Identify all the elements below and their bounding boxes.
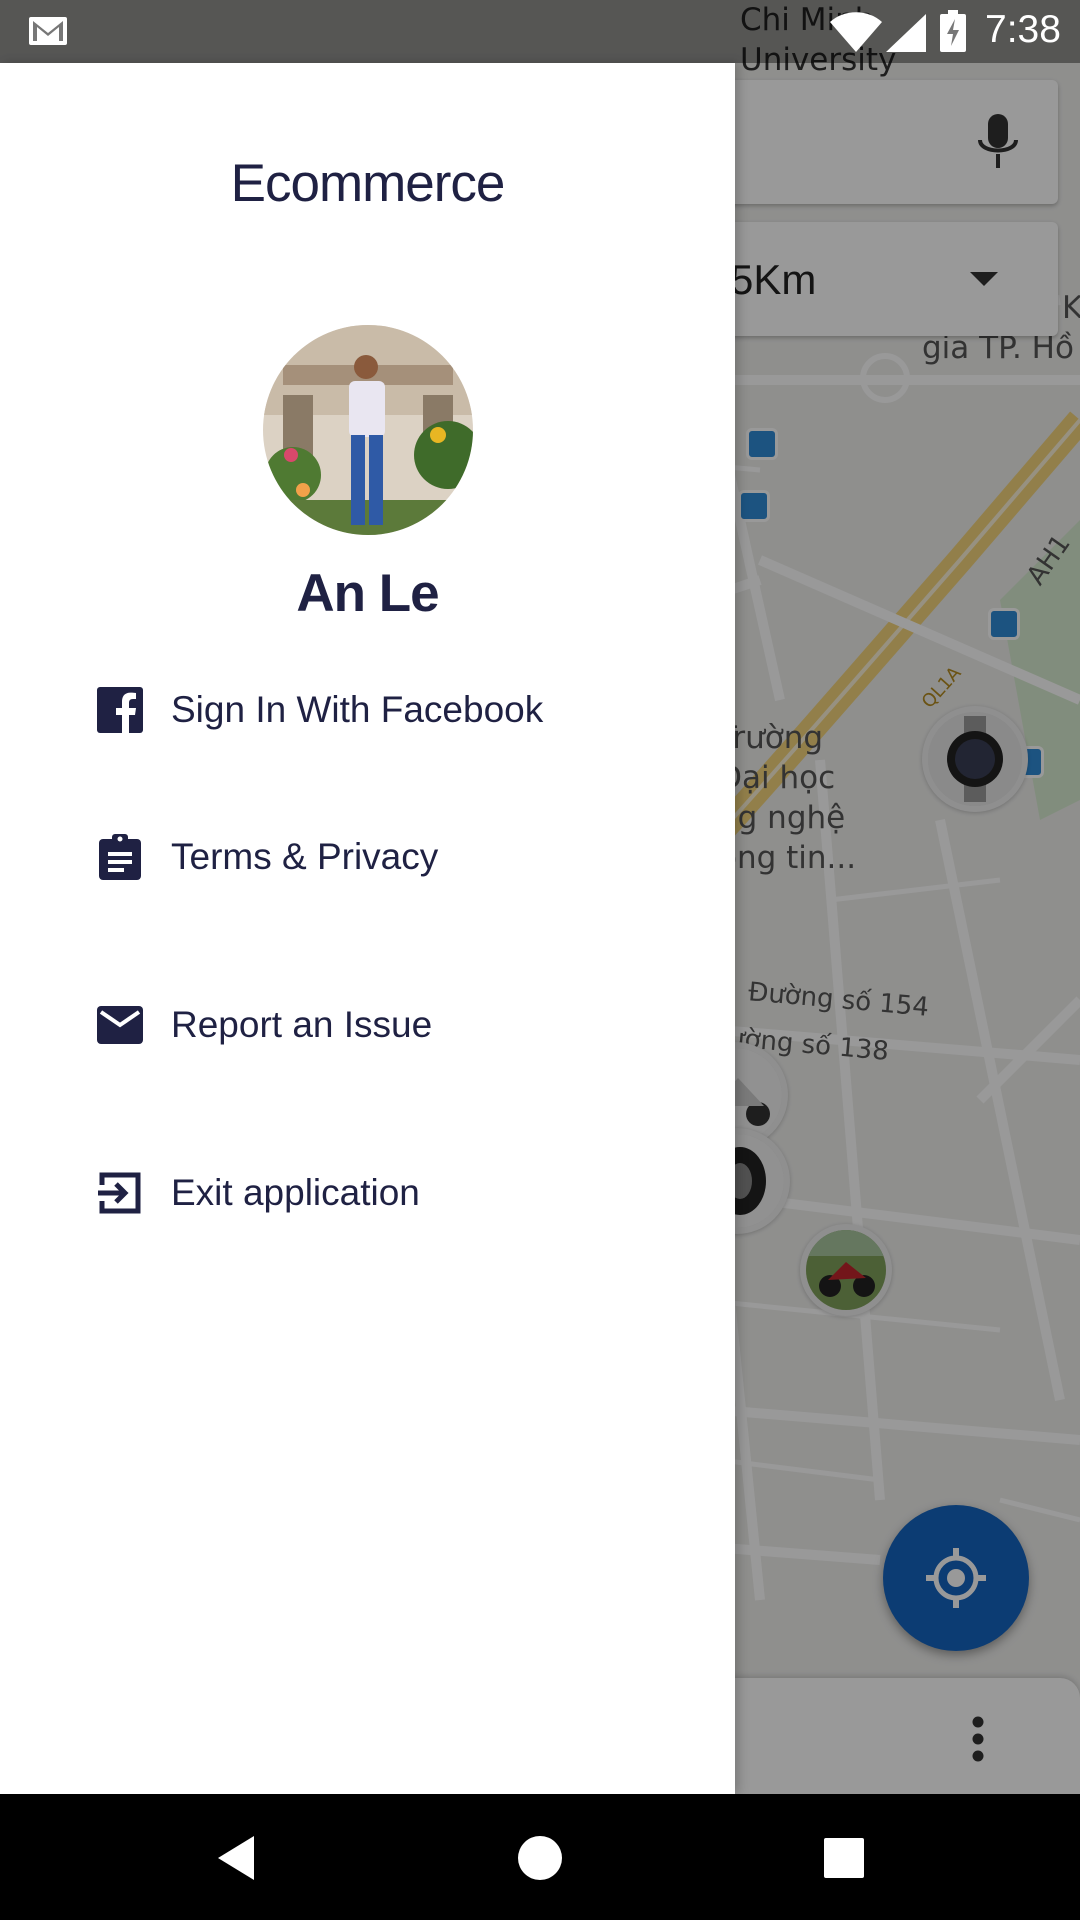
profile-name: An Le — [296, 564, 439, 623]
back-icon — [218, 1836, 254, 1880]
home-button[interactable] — [512, 1830, 568, 1886]
status-bar: 7:38 — [0, 0, 1080, 63]
exit-icon — [96, 1169, 144, 1217]
facebook-icon — [96, 686, 144, 734]
menu-item-label: Sign In With Facebook — [171, 689, 544, 730]
recents-button[interactable] — [816, 1830, 872, 1886]
navigation-drawer: Ecommerce An Le Sign In With Facebook Te… — [0, 63, 735, 1794]
battery-charging-icon — [940, 10, 966, 52]
mail-icon — [96, 1001, 144, 1049]
gmail-icon — [29, 17, 67, 45]
menu-item-label: Exit application — [171, 1172, 420, 1213]
wifi-icon — [830, 12, 882, 52]
recents-icon — [824, 1838, 864, 1878]
profile-photo — [263, 325, 473, 535]
signal-icon — [886, 14, 926, 52]
back-button[interactable] — [208, 1830, 264, 1886]
system-nav-bar — [0, 1794, 1080, 1920]
clipboard-icon — [96, 833, 144, 881]
menu-item-sign-in-facebook[interactable]: Sign In With Facebook — [0, 655, 735, 765]
menu-item-label: Terms & Privacy — [171, 836, 439, 877]
menu-item-label: Report an Issue — [171, 1004, 433, 1045]
app-title: Ecommerce — [230, 154, 506, 213]
home-icon — [518, 1836, 562, 1880]
menu-item-terms-privacy[interactable]: Terms & Privacy — [0, 802, 735, 912]
avatar[interactable] — [263, 325, 473, 535]
menu-item-report-issue[interactable]: Report an Issue — [0, 970, 735, 1080]
status-time: 7:38 — [985, 8, 1061, 51]
menu-item-exit-application[interactable]: Exit application — [0, 1138, 735, 1248]
